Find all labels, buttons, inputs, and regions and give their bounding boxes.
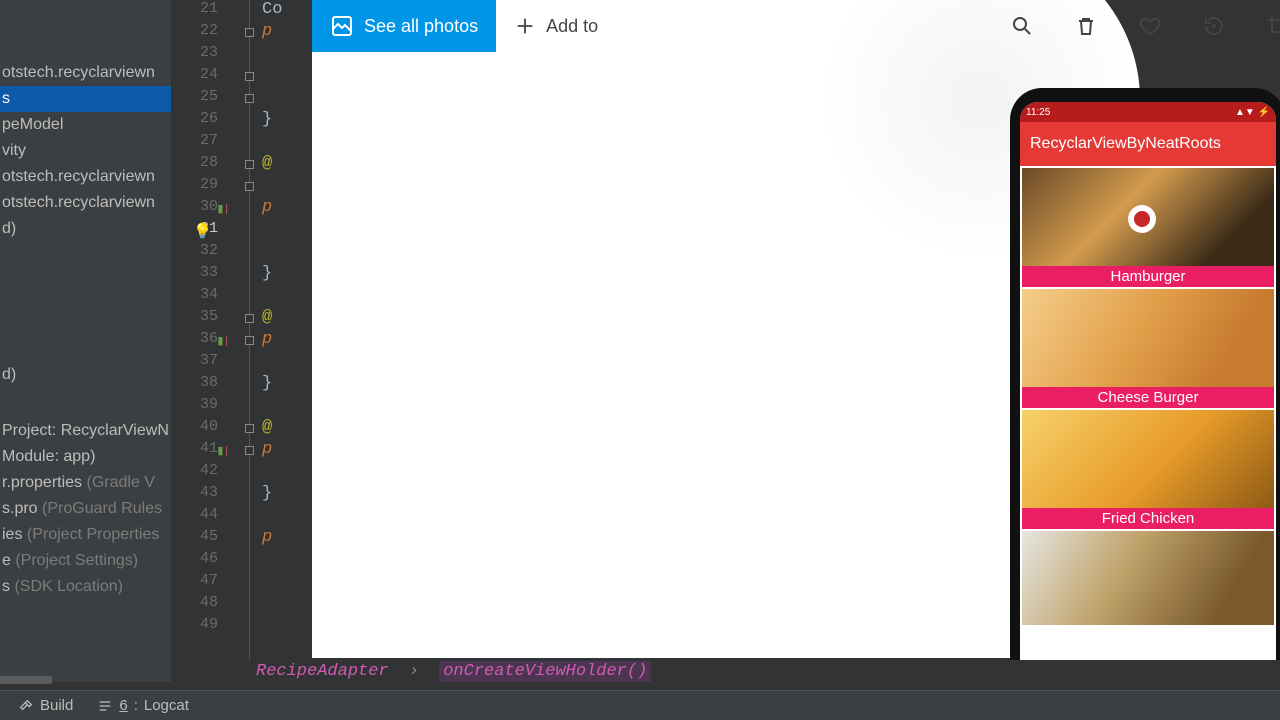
phone-app-bar: RecyclarViewByNeatRoots [1020,122,1276,166]
editor-gutter[interactable]: 21222324252627282930▮|31💡3233343536▮|373… [171,0,261,660]
tree-item[interactable]: e (Project Settings) [0,548,171,574]
see-all-photos-button[interactable]: See all photos [312,0,496,52]
phone-status-bar: 11:25 ▲▼ ⚡ [1020,102,1276,122]
status-time: 11:25 [1026,107,1050,118]
tree-item[interactable]: vity [0,138,171,164]
tree-item[interactable]: s.pro (ProGuard Rules [0,496,171,522]
list-item[interactable]: Hamburger [1022,168,1274,287]
tree-item[interactable]: r.properties (Gradle V [0,470,171,496]
food-label: Hamburger [1022,266,1274,287]
tree-item[interactable]: s (SDK Location) [0,574,171,600]
delete-icon[interactable] [1074,14,1098,38]
editor-code[interactable]: Cop}@p}@p}@p}p [262,0,312,660]
tree-item[interactable]: d) [0,362,171,388]
breadcrumb-class[interactable]: RecipeAdapter [256,662,389,681]
breadcrumb-separator: › [399,662,429,681]
food-image [1022,168,1274,266]
breadcrumb[interactable]: RecipeAdapter › onCreateViewHolder() [256,662,651,686]
tab-logcat-text: Logcat [144,697,189,714]
list-item[interactable] [1022,531,1274,625]
plus-icon [514,15,536,37]
logcat-icon [97,698,113,714]
crop-icon[interactable] [1266,14,1280,38]
tree-item[interactable]: Module: app) [0,444,171,470]
tab-build-label: Build [40,697,73,714]
tab-logcat[interactable]: 6: Logcat [97,697,189,714]
tree-item[interactable]: peModel [0,112,171,138]
tree-item[interactable]: Project: RecyclarViewN [0,418,171,444]
add-to-label: Add to [546,16,598,37]
photos-app-overlay [312,0,1010,658]
status-icons: ▲▼ ⚡ [1235,107,1270,118]
tree-item[interactable]: otstech.recyclarviewn [0,190,171,216]
tab-build[interactable]: Build [18,697,73,714]
list-item[interactable]: Fried Chicken [1022,410,1274,529]
tree-item[interactable]: otstech.recyclarviewn [0,164,171,190]
project-tree[interactable]: otstech.recyclarviewnspeModelvityotstech… [0,0,171,682]
horizontal-scrollbar[interactable] [0,676,52,684]
tree-item[interactable]: otstech.recyclarviewn [0,60,171,86]
intention-bulb-icon[interactable]: 💡 [193,222,212,241]
phone-mockup: 11:25 ▲▼ ⚡ RecyclarViewByNeatRoots Hambu… [1010,88,1280,660]
gallery-icon [330,14,354,38]
phone-recycler-view[interactable]: Hamburger Cheese Burger Fried Chicken [1020,166,1276,660]
bottom-tool-tabs: Build 6: Logcat [0,690,1280,720]
food-label: Fried Chicken [1022,508,1274,529]
food-label: Cheese Burger [1022,387,1274,408]
rotate-icon[interactable] [1202,14,1226,38]
tab-logcat-key: 6 [119,697,127,714]
food-image [1022,531,1274,625]
heart-icon[interactable] [1138,14,1162,38]
add-to-button[interactable]: Add to [496,0,616,52]
photos-toolbar-left: See all photos Add to [312,0,616,52]
phone-app-title: RecyclarViewByNeatRoots [1030,135,1221,153]
breadcrumb-method[interactable]: onCreateViewHolder() [439,661,651,682]
tree-item[interactable]: s [0,86,171,112]
food-image [1022,410,1274,508]
see-all-photos-label: See all photos [364,16,478,37]
tree-item[interactable]: d) [0,216,171,242]
tree-item[interactable]: ies (Project Properties [0,522,171,548]
food-image [1022,289,1274,387]
hammer-icon [18,698,34,714]
list-item[interactable]: Cheese Burger [1022,289,1274,408]
photos-toolbar-right [1010,0,1280,52]
zoom-icon[interactable] [1010,14,1034,38]
tab-logcat-label: : [134,697,138,714]
